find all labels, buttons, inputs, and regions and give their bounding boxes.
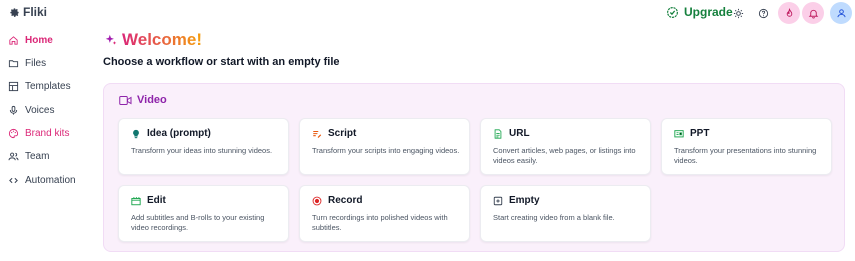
card-title-text: Empty <box>509 195 540 206</box>
templates-icon <box>8 81 19 91</box>
sidebar-item-home[interactable]: Home <box>8 30 53 50</box>
card-description: Transform your ideas into stunning video… <box>131 146 273 155</box>
account-button[interactable] <box>830 2 852 24</box>
section-header: Video <box>119 94 167 106</box>
page-subtitle: Choose a workflow or start with an empty… <box>103 56 340 68</box>
card-title: Script <box>312 128 356 139</box>
theme-toggle-button[interactable] <box>729 4 747 22</box>
welcome-heading: Welcome! <box>104 30 202 50</box>
workflow-card-empty[interactable]: Empty Start creating video from a blank … <box>480 185 651 242</box>
page-title: Welcome! <box>122 30 202 49</box>
streak-button[interactable] <box>778 2 800 24</box>
gear-icon <box>10 7 19 17</box>
upgrade-button[interactable]: Upgrade <box>666 5 733 19</box>
microphone-icon <box>9 105 18 115</box>
sidebar-item-label: Team <box>25 150 50 162</box>
user-icon <box>836 8 846 17</box>
help-icon <box>758 8 768 18</box>
sidebar-item-label: Automation <box>25 174 76 186</box>
sidebar-item-label: Brand kits <box>25 127 70 139</box>
script-icon <box>313 130 322 138</box>
sidebar-item-voices[interactable]: Voices <box>8 100 54 120</box>
sidebar-item-label: Files <box>25 57 47 69</box>
app-title: Fliki <box>23 5 48 19</box>
card-title-text: URL <box>509 128 530 139</box>
card-description: Start creating video from a blank file. <box>493 213 615 222</box>
sidebar-item-brand-kits[interactable]: Brand kits <box>8 123 69 143</box>
video-camera-icon <box>119 95 132 105</box>
bell-icon <box>808 9 818 19</box>
card-description: Turn recordings into polished videos wit… <box>312 213 448 232</box>
top-bar: Fliki Upgrade <box>0 0 855 26</box>
card-title-text: Script <box>328 128 357 139</box>
card-title: Edit <box>131 195 166 206</box>
card-title: Empty <box>493 195 540 206</box>
folder-icon <box>8 59 19 67</box>
check-badge-icon <box>667 6 678 18</box>
workflow-card-record[interactable]: Record Turn recordings into polished vid… <box>299 185 470 242</box>
document-icon <box>494 128 502 139</box>
workflow-card-url[interactable]: URL Convert articles, web pages, or list… <box>480 118 651 175</box>
card-title: Record <box>312 195 362 206</box>
card-title-text: PPT <box>690 128 710 139</box>
users-icon <box>8 152 19 160</box>
sidebar-item-automation[interactable]: Automation <box>8 170 76 190</box>
card-title: PPT <box>674 128 709 139</box>
presentation-icon <box>674 129 684 137</box>
app-logo[interactable]: Fliki <box>9 5 47 19</box>
card-description: Convert articles, web pages, or listings… <box>493 146 636 165</box>
section-title: Video <box>137 94 167 106</box>
sun-icon <box>733 8 743 18</box>
card-title-text: Record <box>328 195 363 206</box>
upgrade-label: Upgrade <box>684 5 733 19</box>
card-description: Transform your scripts into engaging vid… <box>312 146 460 155</box>
workflow-card-ppt[interactable]: PPT Transform your presentations into st… <box>661 118 832 175</box>
sidebar-item-label: Voices <box>25 104 55 116</box>
sidebar-item-team[interactable]: Team <box>8 146 49 166</box>
home-icon <box>9 35 18 45</box>
edit-video-icon <box>131 196 141 205</box>
workflow-card-script[interactable]: Script Transform your scripts into engag… <box>299 118 470 175</box>
card-title-text: Idea (prompt) <box>147 128 211 139</box>
plus-square-icon <box>493 196 503 205</box>
palette-icon <box>8 128 19 138</box>
help-button[interactable] <box>754 4 772 22</box>
sidebar-item-label: Templates <box>25 80 71 92</box>
lightbulb-icon <box>133 129 139 138</box>
record-icon <box>312 196 322 205</box>
sidebar-item-label: Home <box>25 34 53 46</box>
flame-icon <box>786 7 792 17</box>
sidebar-item-templates[interactable]: Templates <box>8 76 71 96</box>
card-description: Add subtitles and B-rolls to your existi… <box>131 213 265 232</box>
card-description: Transform your presentations into stunni… <box>674 146 817 165</box>
code-icon <box>9 177 18 183</box>
workflow-card-edit[interactable]: Edit Add subtitles and B-rolls to your e… <box>118 185 289 242</box>
card-title-text: Edit <box>147 195 166 206</box>
card-title: URL <box>493 128 530 139</box>
card-title: Idea (prompt) <box>131 128 211 139</box>
sidebar-item-files[interactable]: Files <box>8 53 46 73</box>
workflow-card-idea[interactable]: Idea (prompt) Transform your ideas into … <box>118 118 289 175</box>
sparkles-icon <box>105 34 117 45</box>
notifications-button[interactable] <box>802 2 824 24</box>
video-workflows-panel: Video Idea (prompt) Transform your ideas… <box>103 83 845 252</box>
